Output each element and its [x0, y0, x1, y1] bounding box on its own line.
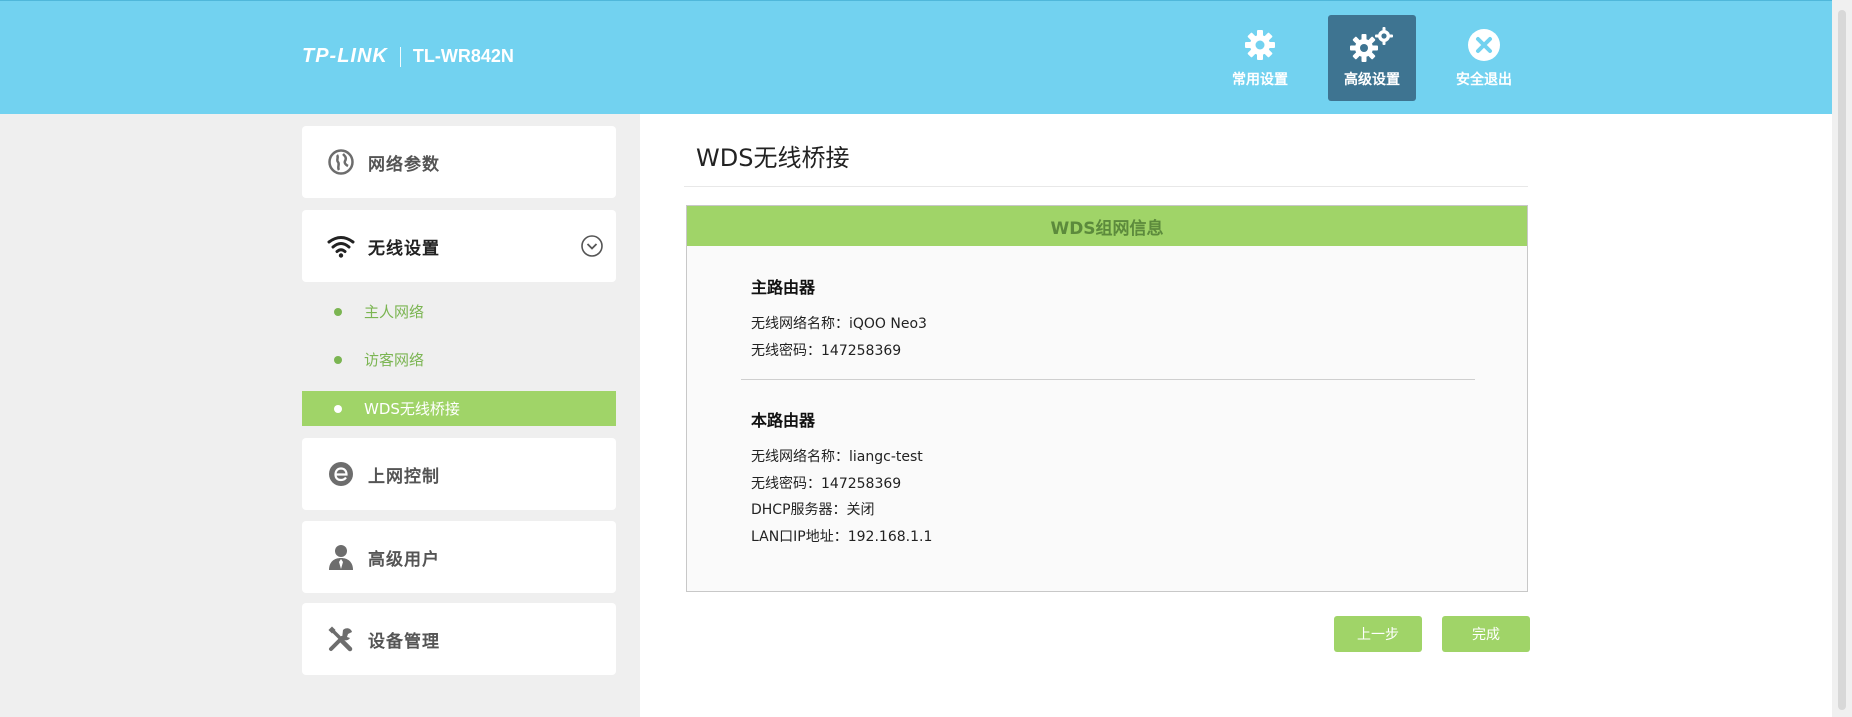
sidebar: 网络参数 无线设置 主人网络 访客网络 WDS无线桥接 上网控制 高级用户 设备… [0, 114, 640, 717]
wds-info-panel: WDS组网信息 主路由器 无线网络名称：iQOO Neo3 无线密码：14725… [686, 205, 1528, 592]
local-lan-ip: LAN口IP地址：192.168.1.1 [751, 529, 933, 545]
sidebar-item-device-management[interactable]: 设备管理 [302, 603, 616, 675]
top-header: TP-LINK TL-WR842N 常用设置 高级设置 安全退出 [0, 0, 1832, 114]
nav-common-label: 常用设置 [1232, 72, 1288, 88]
primary-router-heading: 主路由器 [751, 278, 816, 297]
brand-logo: TP-LINK [302, 45, 388, 67]
nav-logout-label: 安全退出 [1456, 72, 1512, 88]
vertical-scrollbar[interactable] [1832, 0, 1852, 717]
bullet-dot-icon [334, 307, 342, 316]
sidebar-item-label: 网络参数 [368, 154, 440, 175]
model-name: TL-WR842N [412, 46, 514, 66]
sidebar-item-label: 上网控制 [368, 466, 440, 487]
gear-icon [1243, 25, 1277, 65]
brand: TP-LINK TL-WR842N [302, 45, 514, 68]
sidebar-subitem-wds[interactable]: WDS无线桥接 [302, 391, 616, 426]
primary-password: 无线密码：147258369 [751, 343, 902, 359]
wds-info-header: WDS组网信息 [687, 206, 1527, 246]
tools-icon [326, 624, 356, 654]
wifi-icon [326, 231, 356, 261]
page-title: WDS无线桥接 [696, 144, 850, 172]
close-circle-icon [1467, 25, 1501, 65]
scrollbar-thumb[interactable] [1838, 10, 1846, 710]
subitem-label: 访客网络 [364, 351, 425, 369]
sidebar-item-label: 无线设置 [368, 238, 440, 259]
sidebar-item-advanced-users[interactable]: 高级用户 [302, 521, 616, 593]
sidebar-item-internet-control[interactable]: 上网控制 [302, 438, 616, 510]
bullet-dot-icon [334, 355, 342, 364]
user-icon [326, 542, 356, 572]
local-password: 无线密码：147258369 [751, 476, 902, 492]
section-divider [741, 379, 1475, 380]
main-content: WDS无线桥接 WDS组网信息 主路由器 无线网络名称：iQOO Neo3 无线… [640, 114, 1832, 717]
bullet-dot-icon [334, 404, 342, 413]
sidebar-item-wireless[interactable]: 无线设置 [302, 210, 616, 282]
nav-advanced-label: 高级设置 [1344, 72, 1400, 88]
sidebar-item-network[interactable]: 网络参数 [302, 126, 616, 198]
title-divider [684, 186, 1528, 187]
brand-separator [399, 46, 401, 67]
e-icon [326, 459, 356, 489]
subitem-label: WDS无线桥接 [364, 400, 460, 418]
sidebar-item-label: 高级用户 [368, 549, 440, 570]
nav-advanced-settings[interactable]: 高级设置 [1328, 15, 1416, 101]
gears-icon [1347, 25, 1397, 65]
local-dhcp: DHCP服务器：关闭 [751, 502, 875, 518]
nav-common-settings[interactable]: 常用设置 [1216, 15, 1304, 101]
subitem-label: 主人网络 [364, 303, 425, 321]
previous-button[interactable]: 上一步 [1334, 616, 1422, 652]
local-ssid: 无线网络名称：liangc-test [751, 449, 923, 465]
local-router-heading: 本路由器 [751, 411, 816, 430]
primary-ssid: 无线网络名称：iQOO Neo3 [751, 316, 927, 332]
globe-icon [326, 147, 356, 177]
chevron-down-icon[interactable] [580, 234, 604, 262]
sidebar-item-label: 设备管理 [368, 631, 440, 652]
sidebar-subitem-host-network[interactable]: 主人网络 [302, 294, 616, 329]
sidebar-subitem-guest-network[interactable]: 访客网络 [302, 342, 616, 377]
nav-logout[interactable]: 安全退出 [1440, 15, 1528, 101]
done-button[interactable]: 完成 [1442, 616, 1530, 652]
